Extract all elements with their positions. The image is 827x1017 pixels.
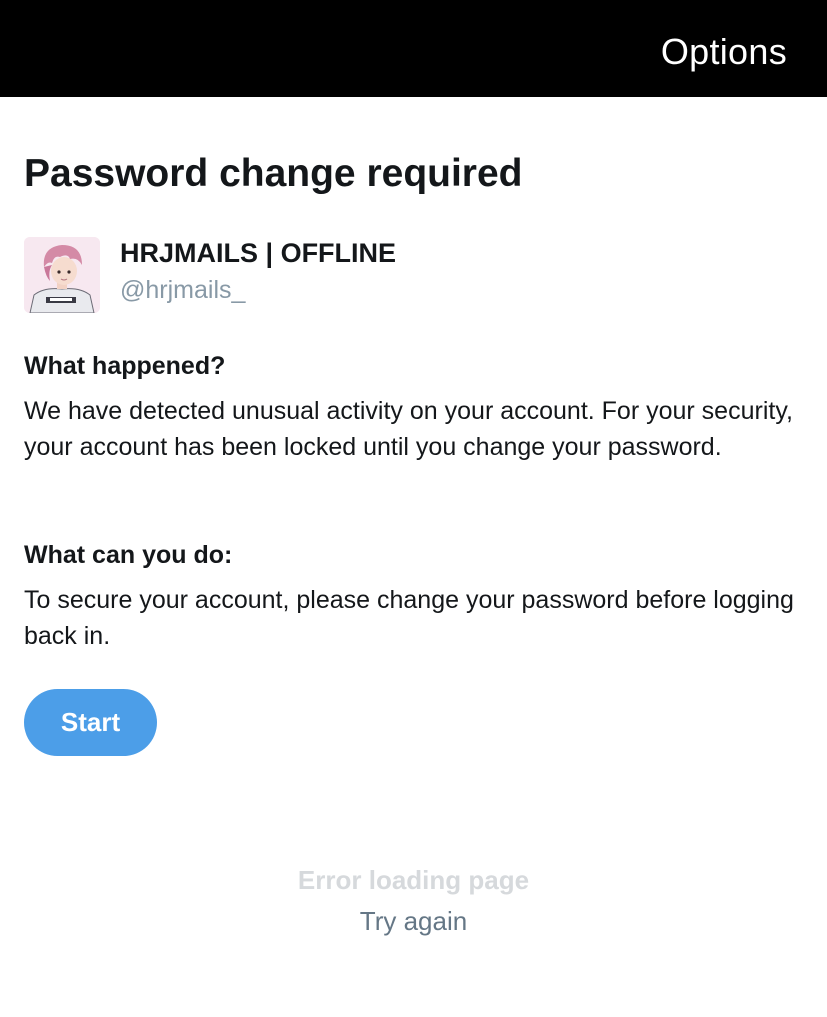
- what-happened-heading: What happened?: [24, 352, 226, 380]
- try-again-link[interactable]: Try again: [0, 905, 827, 937]
- what-happened-text: We have detected unusual activity on you…: [24, 397, 793, 461]
- what-can-you-do-text: To secure your account, please change yo…: [24, 586, 794, 650]
- what-can-you-do-heading: What can you do:: [24, 541, 233, 569]
- page-title: Password change required: [24, 152, 523, 195]
- start-button[interactable]: Start: [24, 689, 157, 756]
- avatar: [24, 237, 100, 313]
- options-link[interactable]: Options: [661, 30, 787, 74]
- account-display-name: HRJMAILS | OFFLINE: [120, 238, 397, 268]
- account-handle: @hrjmails_: [120, 276, 246, 304]
- anime-avatar-icon: [24, 237, 100, 313]
- top-bar: Options: [0, 0, 827, 97]
- error-message: Error loading page: [297, 865, 530, 895]
